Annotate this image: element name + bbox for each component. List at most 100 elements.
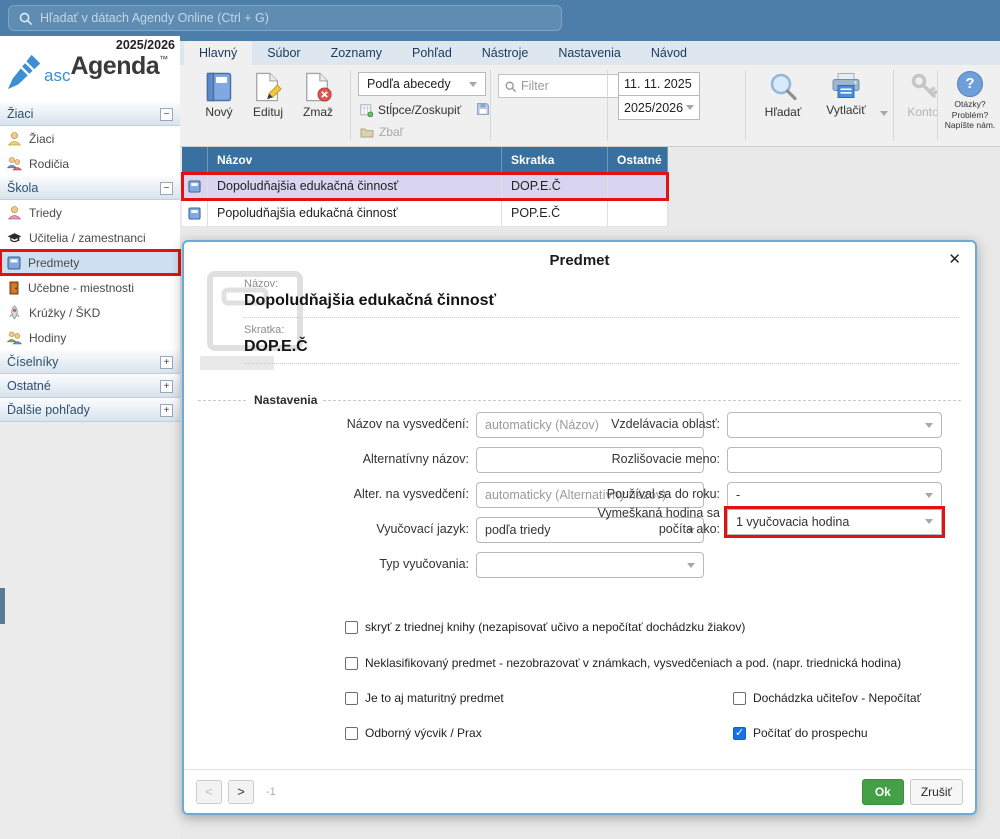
- new-button[interactable]: Nový: [194, 72, 244, 119]
- field-label: Alternatívny názov:: [204, 452, 476, 468]
- columns-group-label: Stĺpce/Zoskupiť: [378, 103, 461, 117]
- nazov-value[interactable]: Dopoludňajšia edukačná činnosť: [244, 292, 959, 310]
- delete-button[interactable]: Zmaž: [293, 72, 343, 119]
- form-row-vymeskana: Vymeškaná hodina sa počíta ako: 1 vyučov…: [577, 506, 942, 537]
- print-label: Vytlačiť: [826, 103, 865, 117]
- checkbox-checked-icon[interactable]: [733, 727, 746, 740]
- help-line2: Problém?: [942, 110, 998, 121]
- checkbox-icon[interactable]: [345, 657, 358, 670]
- checkbox-icon[interactable]: [345, 727, 358, 740]
- collapse-rows-button[interactable]: Zbaľ: [360, 125, 403, 139]
- search-label: Hľadať: [765, 105, 802, 119]
- year-select[interactable]: 2025/2026: [618, 96, 700, 120]
- typ-vyucovania-select[interactable]: [476, 552, 704, 578]
- chevron-down-icon: [686, 105, 694, 110]
- expand-icon[interactable]: +: [160, 404, 173, 417]
- printer-icon: [831, 72, 861, 100]
- row-icon-cell: [182, 200, 208, 227]
- checkbox-neklasifikovany[interactable]: Neklasifikovaný predmet - nezobrazovať v…: [345, 656, 901, 670]
- checkbox-label: skryť z triednej knihy (nezapisovať učiv…: [365, 620, 745, 634]
- year-value: 2025/2026: [624, 97, 683, 119]
- checkbox-odborny[interactable]: Odborný výcvik / Prax: [345, 726, 482, 740]
- section-label: Ďalšie pohľady: [7, 403, 90, 417]
- sidebar-item-ziaci[interactable]: Žiaci: [0, 126, 180, 151]
- sidebar-section-skola[interactable]: Škola −: [0, 176, 180, 200]
- chevron-down-icon: [925, 493, 933, 498]
- checkbox-dochadzka[interactable]: Dochádzka učiteľov - Nepočítať: [733, 691, 921, 705]
- sidebar-item-ucitelia[interactable]: Učitelia / zamestnanci: [0, 225, 180, 250]
- pouzival-do-roku-select[interactable]: -: [727, 482, 942, 508]
- tab-pohlad[interactable]: Pohľad: [397, 41, 467, 65]
- prev-record-button[interactable]: <: [196, 780, 222, 804]
- toolbar: Nový Edituj Zmaž: [180, 65, 1000, 147]
- table-row[interactable]: Dopoludňajšia edukačná činnosť DOP.E.Č: [182, 173, 668, 200]
- checkbox-label: Neklasifikovaný predmet - nezobrazovať v…: [365, 656, 901, 670]
- nazov-label: Názov:: [244, 278, 959, 290]
- sidebar-logo-block: 2025/2026 ascAgenda™: [0, 36, 180, 102]
- checkbox-icon[interactable]: [345, 692, 358, 705]
- vzdelavacia-oblast-select[interactable]: [727, 412, 942, 438]
- sidebar-item-hodiny[interactable]: Hodiny: [0, 325, 180, 350]
- vymeskana-hodina-select[interactable]: 1 vyučovacia hodina: [727, 509, 942, 535]
- asc-agenda-logo: ascAgenda™: [6, 52, 168, 92]
- ok-button[interactable]: Ok: [862, 779, 904, 805]
- sidebar-section-ostatne[interactable]: Ostatné +: [0, 374, 180, 398]
- tab-subor[interactable]: Súbor: [252, 41, 315, 65]
- book-icon: [7, 256, 21, 270]
- tab-hlavny[interactable]: Hlavný: [184, 41, 252, 65]
- sidebar-item-label: Hodiny: [29, 331, 66, 345]
- chevron-down-icon: [687, 563, 695, 568]
- search-icon: [19, 12, 32, 25]
- checkbox-label: Je to aj maturitný predmet: [365, 691, 504, 705]
- cell-skratka: POP.E.Č: [502, 200, 608, 227]
- expand-icon[interactable]: +: [160, 356, 173, 369]
- save-layout-icon[interactable]: [476, 102, 490, 116]
- collapse-icon[interactable]: −: [160, 182, 173, 195]
- form-row-oblast: Vzdelávacia oblasť:: [577, 412, 942, 438]
- sidebar-scroll-indicator[interactable]: [0, 588, 5, 624]
- collapse-icon[interactable]: −: [160, 108, 173, 121]
- sidebar-item-label: Žiaci: [29, 132, 54, 146]
- form-row-do-roku: Používal sa do roku: -: [577, 482, 942, 508]
- tab-nastavenia[interactable]: Nastavenia: [543, 41, 636, 65]
- edit-button[interactable]: Edituj: [243, 72, 293, 119]
- dialog-footer: < > -1 Ok Zrušiť: [184, 769, 975, 813]
- close-icon[interactable]: ✕: [948, 250, 961, 268]
- checkbox-prospech[interactable]: Počítať do prospechu: [733, 726, 868, 740]
- chevron-down-icon: [469, 82, 477, 87]
- next-record-button[interactable]: >: [228, 780, 254, 804]
- tab-nastroje[interactable]: Nástroje: [467, 41, 544, 65]
- tab-navod[interactable]: Návod: [636, 41, 702, 65]
- rozlisovacie-meno-input[interactable]: [727, 447, 942, 473]
- search-button[interactable]: Hľadať: [755, 72, 811, 119]
- sort-select[interactable]: Podľa abecedy: [358, 72, 486, 96]
- skratka-value[interactable]: DOP.E.Č: [244, 338, 959, 356]
- global-search-input[interactable]: [40, 11, 551, 25]
- expand-icon[interactable]: +: [160, 380, 173, 393]
- checkbox-maturitny[interactable]: Je to aj maturitný predmet: [345, 691, 504, 705]
- columns-group-button[interactable]: Stĺpce/Zoskupiť: [360, 103, 461, 117]
- checkbox-icon[interactable]: [733, 692, 746, 705]
- table-row[interactable]: Popoludňajšia edukačná činnosť POP.E.Č: [182, 200, 668, 227]
- sidebar-item-kruzky[interactable]: Krúžky / ŠKD: [0, 300, 180, 325]
- help-button[interactable]: ? Otázky? Problém? Napíšte nám.: [942, 71, 998, 131]
- sidebar-item-triedy[interactable]: Triedy: [0, 200, 180, 225]
- checkbox-skryt[interactable]: skryť z triednej knihy (nezapisovať učiv…: [345, 620, 745, 634]
- cancel-button[interactable]: Zrušiť: [910, 779, 963, 805]
- help-line3: Napíšte nám.: [942, 120, 998, 131]
- tab-zoznamy[interactable]: Zoznamy: [316, 41, 397, 65]
- sidebar-item-predmety[interactable]: Predmety: [0, 250, 180, 275]
- global-search[interactable]: [8, 5, 562, 31]
- sidebar-section-ziaci[interactable]: Žiaci −: [0, 102, 180, 126]
- print-dropdown-icon[interactable]: [880, 111, 888, 116]
- date-field[interactable]: 11. 11. 2025: [618, 72, 700, 96]
- parents-icon: [7, 156, 22, 171]
- section-label: Žiaci: [7, 107, 33, 121]
- sidebar-section-dalsie-pohlady[interactable]: Ďalšie pohľady +: [0, 398, 180, 422]
- sidebar-item-rodicia[interactable]: Rodičia: [0, 151, 180, 176]
- account-button[interactable]: Konto: [898, 72, 948, 119]
- checkbox-icon[interactable]: [345, 621, 358, 634]
- sidebar-item-ucebne[interactable]: Učebne - miestnosti: [0, 275, 180, 300]
- print-button[interactable]: Vytlačiť: [813, 72, 879, 117]
- sidebar-section-ciselniky[interactable]: Číselníky +: [0, 350, 180, 374]
